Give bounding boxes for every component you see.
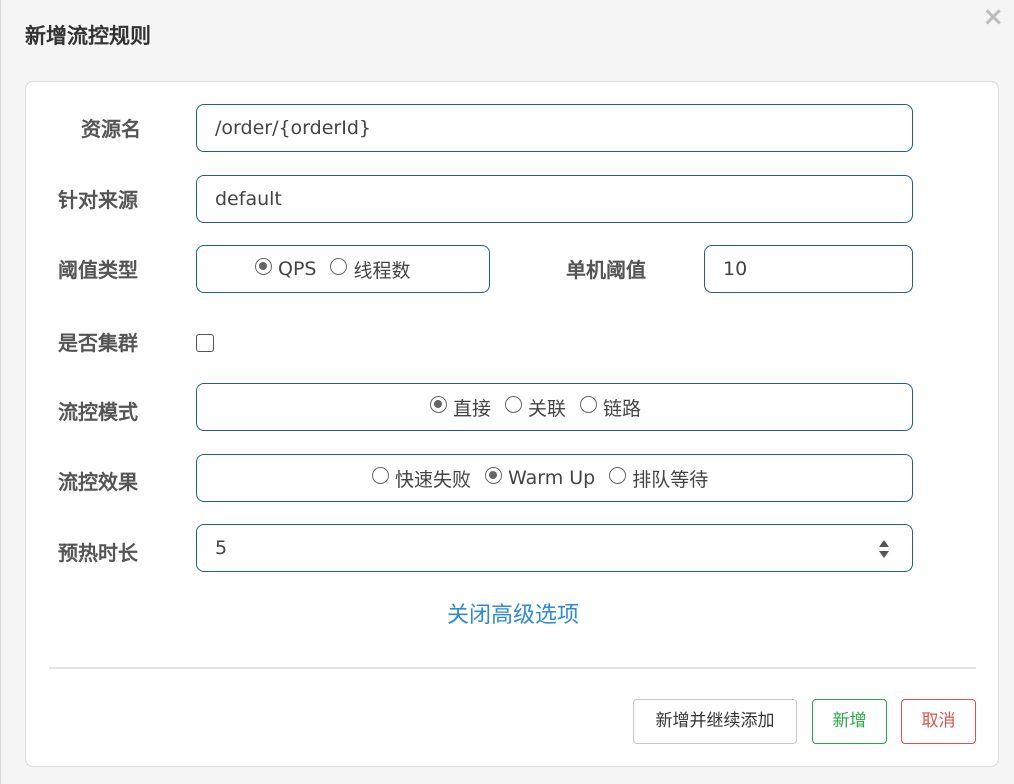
flow-rule-dialog: 新增流控规则 × 资源名 /order/{orderId} 针对来源 defau… bbox=[0, 0, 1014, 784]
single-threshold-label: 单机阈值 bbox=[566, 258, 646, 282]
radio-threads[interactable]: 线程数 bbox=[330, 256, 411, 283]
resource-label: 资源名 bbox=[81, 117, 141, 141]
flow-mode-group: 直接 关联 链路 bbox=[196, 383, 913, 431]
flow-effect-group: 快速失败 Warm Up 排队等待 bbox=[196, 454, 913, 502]
origin-value: default bbox=[215, 188, 282, 210]
toggle-advanced-link[interactable]: 关闭高级选项 bbox=[26, 597, 1000, 629]
close-icon[interactable]: × bbox=[982, 4, 1004, 30]
radio-queue-label: 排队等待 bbox=[632, 468, 709, 491]
radio-threads-indicator[interactable] bbox=[330, 257, 348, 275]
threshold-type-group: QPS 线程数 bbox=[196, 245, 490, 293]
radio-qps[interactable]: QPS bbox=[255, 257, 317, 280]
radio-fail-fast-indicator[interactable] bbox=[372, 466, 389, 484]
radio-direct[interactable]: 直接 bbox=[430, 394, 491, 421]
flow-mode-label: 流控模式 bbox=[58, 400, 138, 424]
radio-qps-label: QPS bbox=[278, 258, 317, 280]
threshold-type-label: 阈值类型 bbox=[58, 258, 138, 282]
radio-direct-indicator[interactable] bbox=[430, 395, 447, 413]
dialog-title: 新增流控规则 bbox=[25, 24, 151, 48]
add-and-continue-button[interactable]: 新增并继续添加 bbox=[633, 699, 797, 744]
radio-warm-up[interactable]: Warm Up bbox=[485, 466, 596, 489]
radio-warm-up-label: Warm Up bbox=[508, 467, 596, 489]
origin-input[interactable]: default bbox=[196, 175, 913, 223]
radio-fail-fast[interactable]: 快速失败 bbox=[372, 465, 471, 492]
radio-queue[interactable]: 排队等待 bbox=[609, 465, 708, 492]
radio-chain-label: 链路 bbox=[603, 397, 642, 420]
warmup-period-input[interactable]: 5 bbox=[196, 524, 913, 572]
radio-queue-indicator[interactable] bbox=[609, 466, 627, 484]
radio-qps-indicator[interactable] bbox=[255, 257, 272, 275]
radio-chain[interactable]: 链路 bbox=[580, 394, 641, 421]
radio-relate-indicator[interactable] bbox=[505, 395, 523, 413]
stepper-down-icon[interactable] bbox=[879, 551, 889, 558]
flow-effect-label: 流控效果 bbox=[58, 470, 138, 494]
radio-relate-label: 关联 bbox=[528, 397, 567, 420]
add-button[interactable]: 新增 bbox=[812, 699, 887, 744]
origin-label: 针对来源 bbox=[58, 188, 138, 212]
radio-direct-label: 直接 bbox=[453, 397, 492, 420]
resource-input[interactable]: /order/{orderId} bbox=[196, 104, 913, 152]
form-panel: 资源名 /order/{orderId} 针对来源 default 阈值类型 Q… bbox=[25, 81, 999, 767]
radio-threads-label: 线程数 bbox=[353, 259, 411, 282]
number-stepper[interactable] bbox=[878, 538, 890, 560]
warmup-period-value: 5 bbox=[215, 537, 228, 559]
cluster-label: 是否集群 bbox=[58, 331, 138, 355]
footer-divider bbox=[49, 667, 976, 669]
warmup-period-label: 预热时长 bbox=[58, 541, 138, 565]
radio-relate[interactable]: 关联 bbox=[505, 394, 566, 421]
single-threshold-input[interactable]: 10 bbox=[704, 245, 913, 293]
cancel-button[interactable]: 取消 bbox=[901, 699, 976, 744]
stepper-up-icon[interactable] bbox=[879, 540, 889, 547]
cluster-checkbox[interactable] bbox=[196, 334, 214, 352]
radio-chain-indicator[interactable] bbox=[580, 395, 598, 413]
radio-fail-fast-label: 快速失败 bbox=[395, 468, 472, 491]
resource-value: /order/{orderId} bbox=[215, 117, 371, 139]
radio-warm-up-indicator[interactable] bbox=[485, 466, 503, 484]
single-threshold-value: 10 bbox=[723, 258, 748, 280]
